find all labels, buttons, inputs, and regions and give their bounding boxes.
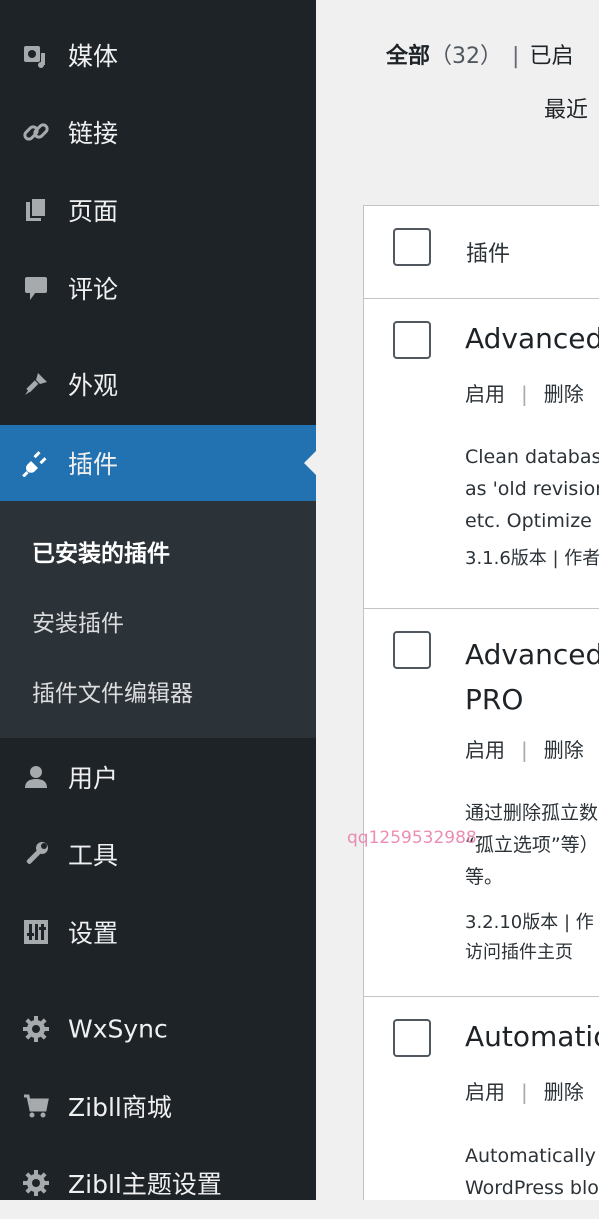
table-row: Advanced PRO 启用 | 删除 通过删除孤立数 “孤立选项”等） 等。 3…	[364, 608, 599, 997]
delete-link[interactable]: 删除	[544, 738, 584, 762]
sidebar-item-wxsync[interactable]: WxSync	[0, 993, 316, 1065]
description-line: “孤立选项”等）	[465, 834, 599, 856]
link-icon	[22, 118, 50, 146]
plugin-description: 通过删除孤立数 “孤立选项”等） 等。	[465, 797, 599, 893]
row-checkbox[interactable]	[393, 321, 431, 359]
sidebar-item-label: 设置	[68, 919, 119, 948]
admin-sidebar: 媒体 链接 页面 评论 外观 插件 已安装的插件 安装插件 插件文件编辑器 用户…	[0, 0, 316, 1200]
sidebar-item-pages[interactable]: 页面	[0, 174, 316, 246]
plugin-name-line: PRO	[465, 683, 524, 716]
cart-icon	[22, 1092, 50, 1120]
action-separator: |	[521, 738, 528, 762]
description-line: 通过删除孤立数	[465, 802, 599, 824]
filter-all-count: （32）	[430, 44, 503, 69]
submenu-add-plugin[interactable]: 安装插件	[32, 604, 124, 638]
sidebar-item-label: 页面	[68, 197, 119, 226]
sidebar-item-tools[interactable]: 工具	[0, 818, 316, 890]
delete-link[interactable]: 删除	[544, 382, 584, 406]
users-icon	[22, 763, 50, 791]
table-row: Advanced 启用 | 删除 Clean databas as 'old rev…	[364, 298, 599, 609]
plugin-meta: 3.1.6版本 | 作者	[465, 548, 599, 569]
plugins-table: 插件 Advanced 启用 | 删除 Clean databas as 'old …	[363, 205, 599, 1200]
delete-link[interactable]: 删除	[544, 1080, 584, 1104]
meta-line: 3.2.10版本 | 作	[465, 912, 594, 933]
media-icon	[22, 41, 50, 69]
sidebar-item-users[interactable]: 用户	[0, 741, 316, 813]
sidebar-item-label: WxSync	[68, 1014, 168, 1044]
plugins-submenu: 已安装的插件 安装插件 插件文件编辑器	[0, 501, 316, 738]
sidebar-item-label: 插件	[68, 450, 119, 479]
wrench-icon	[22, 840, 50, 868]
filter-recent-link[interactable]: 最近	[544, 92, 588, 124]
plugin-name: Automatio	[465, 1020, 599, 1053]
appearance-icon	[22, 370, 50, 398]
description-line: 等。	[465, 866, 504, 888]
sidebar-item-label: 外观	[68, 371, 119, 400]
table-row: Automatio 启用 | 删除 Automatically WordPress …	[364, 996, 599, 1200]
description-line: Automatically	[465, 1145, 596, 1167]
plugin-icon	[22, 449, 50, 477]
description-line: Clean databas	[465, 446, 599, 468]
action-separator: |	[521, 382, 528, 406]
comments-icon	[22, 274, 50, 302]
watermark: qq1259532988	[347, 828, 477, 848]
row-actions: 启用 | 删除	[465, 1076, 584, 1105]
plugin-meta: 3.2.10版本 | 作 访问插件主页	[465, 908, 594, 968]
visit-plugin-homepage-link[interactable]: 访问插件主页	[465, 938, 594, 968]
submenu-installed-plugins[interactable]: 已安装的插件	[32, 534, 170, 568]
submenu-plugin-file-editor[interactable]: 插件文件编辑器	[32, 674, 193, 708]
row-actions: 启用 | 删除	[465, 734, 584, 763]
action-separator: |	[521, 1080, 528, 1104]
sidebar-item-zibll-shop[interactable]: Zibll商城	[0, 1070, 316, 1142]
sidebar-item-label: Zibll主题设置	[68, 1170, 222, 1199]
row-checkbox[interactable]	[393, 1019, 431, 1057]
filter-all-link[interactable]: 全部	[386, 44, 430, 69]
plugin-description: Automatically WordPress blo	[465, 1140, 599, 1200]
pages-icon	[22, 196, 50, 224]
sidebar-item-label: Zibll商城	[68, 1093, 172, 1122]
activate-link[interactable]: 启用	[465, 738, 505, 762]
sidebar-item-zibll-theme-settings[interactable]: Zibll主题设置	[0, 1147, 316, 1219]
sidebar-item-links[interactable]: 链接	[0, 96, 316, 168]
activate-link[interactable]: 启用	[465, 382, 505, 406]
description-line: as 'old revisior	[465, 478, 599, 500]
sidebar-item-label: 工具	[68, 841, 119, 870]
sidebar-item-label: 媒体	[68, 42, 119, 71]
plugin-name: Advanced PRO	[465, 632, 599, 722]
select-all-checkbox[interactable]	[393, 228, 431, 266]
row-actions: 启用 | 删除	[465, 378, 584, 407]
sidebar-item-label: 用户	[68, 764, 119, 793]
gear-icon	[22, 1015, 50, 1043]
activate-link[interactable]: 启用	[465, 1080, 505, 1104]
row-checkbox[interactable]	[393, 631, 431, 669]
column-header-plugin: 插件	[466, 242, 511, 267]
gear-icon	[22, 1169, 50, 1197]
sidebar-item-appearance[interactable]: 外观	[0, 348, 316, 420]
filter-separator: |	[512, 44, 520, 69]
filter-active-link[interactable]: 已启	[529, 44, 573, 69]
plugin-description: Clean databas as 'old revisior etc. Opti…	[465, 441, 599, 537]
main-content: 全部（32） | 已启 最近 插件 Advanced 启用 | 删除 Clean dat…	[316, 0, 599, 1200]
sidebar-item-comments[interactable]: 评论	[0, 252, 316, 324]
sidebar-item-plugins[interactable]: 插件	[0, 425, 316, 501]
status-filter-bar: 全部（32） | 已启	[386, 38, 573, 70]
sidebar-item-settings[interactable]: 设置	[0, 896, 316, 968]
plugin-name: Advanced	[465, 322, 599, 355]
description-line: etc. Optimize c	[465, 510, 599, 532]
sidebar-item-label: 链接	[68, 119, 119, 148]
plugin-name-line: Advanced	[465, 638, 599, 671]
sidebar-item-label: 评论	[68, 275, 119, 304]
description-line: WordPress blo	[465, 1177, 599, 1199]
settings-icon	[22, 918, 50, 946]
sidebar-item-media[interactable]: 媒体	[0, 19, 316, 91]
